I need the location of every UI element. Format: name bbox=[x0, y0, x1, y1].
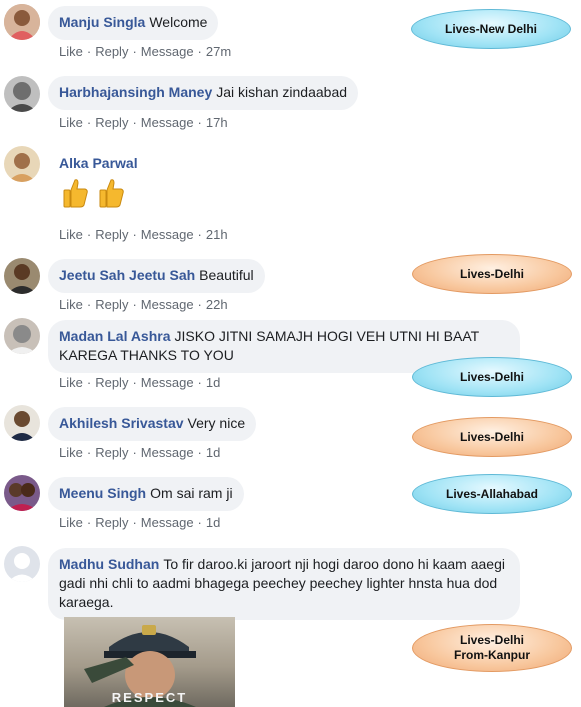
message-link[interactable]: Message bbox=[141, 445, 194, 460]
comment-bubble: Meenu Singh Om sai ram ji bbox=[48, 477, 244, 511]
like-link[interactable]: Like bbox=[59, 115, 83, 130]
thumbs-up-emoji-pair bbox=[62, 178, 130, 213]
comment-timestamp[interactable]: 22h bbox=[206, 297, 228, 312]
like-link[interactable]: Like bbox=[59, 44, 83, 59]
like-link[interactable]: Like bbox=[59, 445, 83, 460]
comment-timestamp[interactable]: 27m bbox=[206, 44, 231, 59]
location-label: Lives-Delhi From-Kanpur bbox=[412, 624, 572, 672]
avatar[interactable] bbox=[4, 4, 40, 40]
gif-caption: RESPECT bbox=[111, 690, 188, 705]
comment-actions: Like · Reply · Message · 1d bbox=[59, 445, 221, 460]
comment-timestamp[interactable]: 1d bbox=[206, 445, 220, 460]
comment-text: Jai kishan zindaabad bbox=[216, 84, 348, 100]
respect-gif[interactable]: RESPECT bbox=[64, 617, 235, 707]
comment-author[interactable]: Akhilesh Srivastav bbox=[59, 415, 184, 431]
comment-bubble: Harbhajansingh Maney Jai kishan zindaabad bbox=[48, 76, 359, 110]
message-link[interactable]: Message bbox=[141, 115, 194, 130]
reply-link[interactable]: Reply bbox=[95, 297, 128, 312]
avatar[interactable] bbox=[4, 258, 40, 294]
comment-author[interactable]: Madan Lal Ashra bbox=[59, 328, 171, 344]
message-link[interactable]: Message bbox=[141, 44, 194, 59]
comment-actions: Like · Reply · Message · 22h bbox=[59, 297, 228, 312]
comment-author[interactable]: Madhu Sudhan bbox=[59, 556, 159, 572]
comment-actions: Like · Reply · Message · 27m bbox=[59, 44, 232, 59]
comment-text: Welcome bbox=[149, 14, 208, 30]
avatar[interactable] bbox=[4, 76, 40, 112]
thumbs-up-icon bbox=[63, 179, 88, 208]
like-link[interactable]: Like bbox=[59, 375, 83, 390]
location-label-line: From-Kanpur bbox=[454, 648, 530, 662]
reply-link[interactable]: Reply bbox=[95, 44, 128, 59]
comment-author[interactable]: Manju Singla bbox=[59, 14, 145, 30]
comment-actions: Like · Reply · Message · 1d bbox=[59, 375, 221, 390]
avatar[interactable] bbox=[4, 405, 40, 441]
location-label: Lives-Delhi bbox=[412, 417, 572, 457]
avatar[interactable] bbox=[4, 546, 40, 582]
comment-bubble: Madhu Sudhan To fir daroo.ki jaroort nji … bbox=[48, 548, 520, 620]
comment-actions: Like · Reply · Message · 1d bbox=[59, 515, 221, 530]
avatar[interactable] bbox=[4, 146, 40, 182]
comment-bubble: Manju Singla Welcome bbox=[48, 6, 219, 40]
message-link[interactable]: Message bbox=[141, 515, 194, 530]
comment-text: Om sai ram ji bbox=[150, 485, 233, 501]
comment-actions: Like · Reply · Message · 21h bbox=[59, 227, 228, 242]
location-label: Lives-Allahabad bbox=[412, 474, 572, 514]
like-link[interactable]: Like bbox=[59, 515, 83, 530]
message-link[interactable]: Message bbox=[141, 297, 194, 312]
message-link[interactable]: Message bbox=[141, 227, 194, 242]
comment-text: Beautiful bbox=[199, 267, 254, 283]
location-label: Lives-New Delhi bbox=[411, 9, 571, 49]
message-link[interactable]: Message bbox=[141, 375, 194, 390]
comment-timestamp[interactable]: 21h bbox=[206, 227, 228, 242]
comment-timestamp[interactable]: 17h bbox=[206, 115, 228, 130]
comment-author[interactable]: Harbhajansingh Maney bbox=[59, 84, 212, 100]
location-label-line: Lives-Delhi bbox=[459, 633, 525, 647]
comment-author[interactable]: Jeetu Sah Jeetu Sah bbox=[59, 267, 195, 283]
avatar[interactable] bbox=[4, 475, 40, 511]
comment-text: Very nice bbox=[187, 415, 246, 431]
comment-actions: Like · Reply · Message · 17h bbox=[59, 115, 228, 130]
reply-link[interactable]: Reply bbox=[95, 375, 128, 390]
comment-timestamp[interactable]: 1d bbox=[206, 375, 220, 390]
reply-link[interactable]: Reply bbox=[95, 445, 128, 460]
location-label: Lives-Delhi bbox=[412, 357, 572, 397]
thumbs-up-icon bbox=[99, 179, 125, 208]
comment-timestamp[interactable]: 1d bbox=[206, 515, 220, 530]
comment-bubble: Akhilesh Srivastav Very nice bbox=[48, 407, 257, 441]
like-link[interactable]: Like bbox=[59, 297, 83, 312]
reply-link[interactable]: Reply bbox=[95, 115, 128, 130]
comment-author[interactable]: Alka Parwal bbox=[59, 155, 138, 171]
reply-link[interactable]: Reply bbox=[95, 515, 128, 530]
avatar[interactable] bbox=[4, 318, 40, 354]
location-label: Lives-Delhi bbox=[412, 254, 572, 294]
like-link[interactable]: Like bbox=[59, 227, 83, 242]
reply-link[interactable]: Reply bbox=[95, 227, 128, 242]
comment-bubble: Jeetu Sah Jeetu Sah Beautiful bbox=[48, 259, 265, 293]
comment-author[interactable]: Meenu Singh bbox=[59, 485, 146, 501]
